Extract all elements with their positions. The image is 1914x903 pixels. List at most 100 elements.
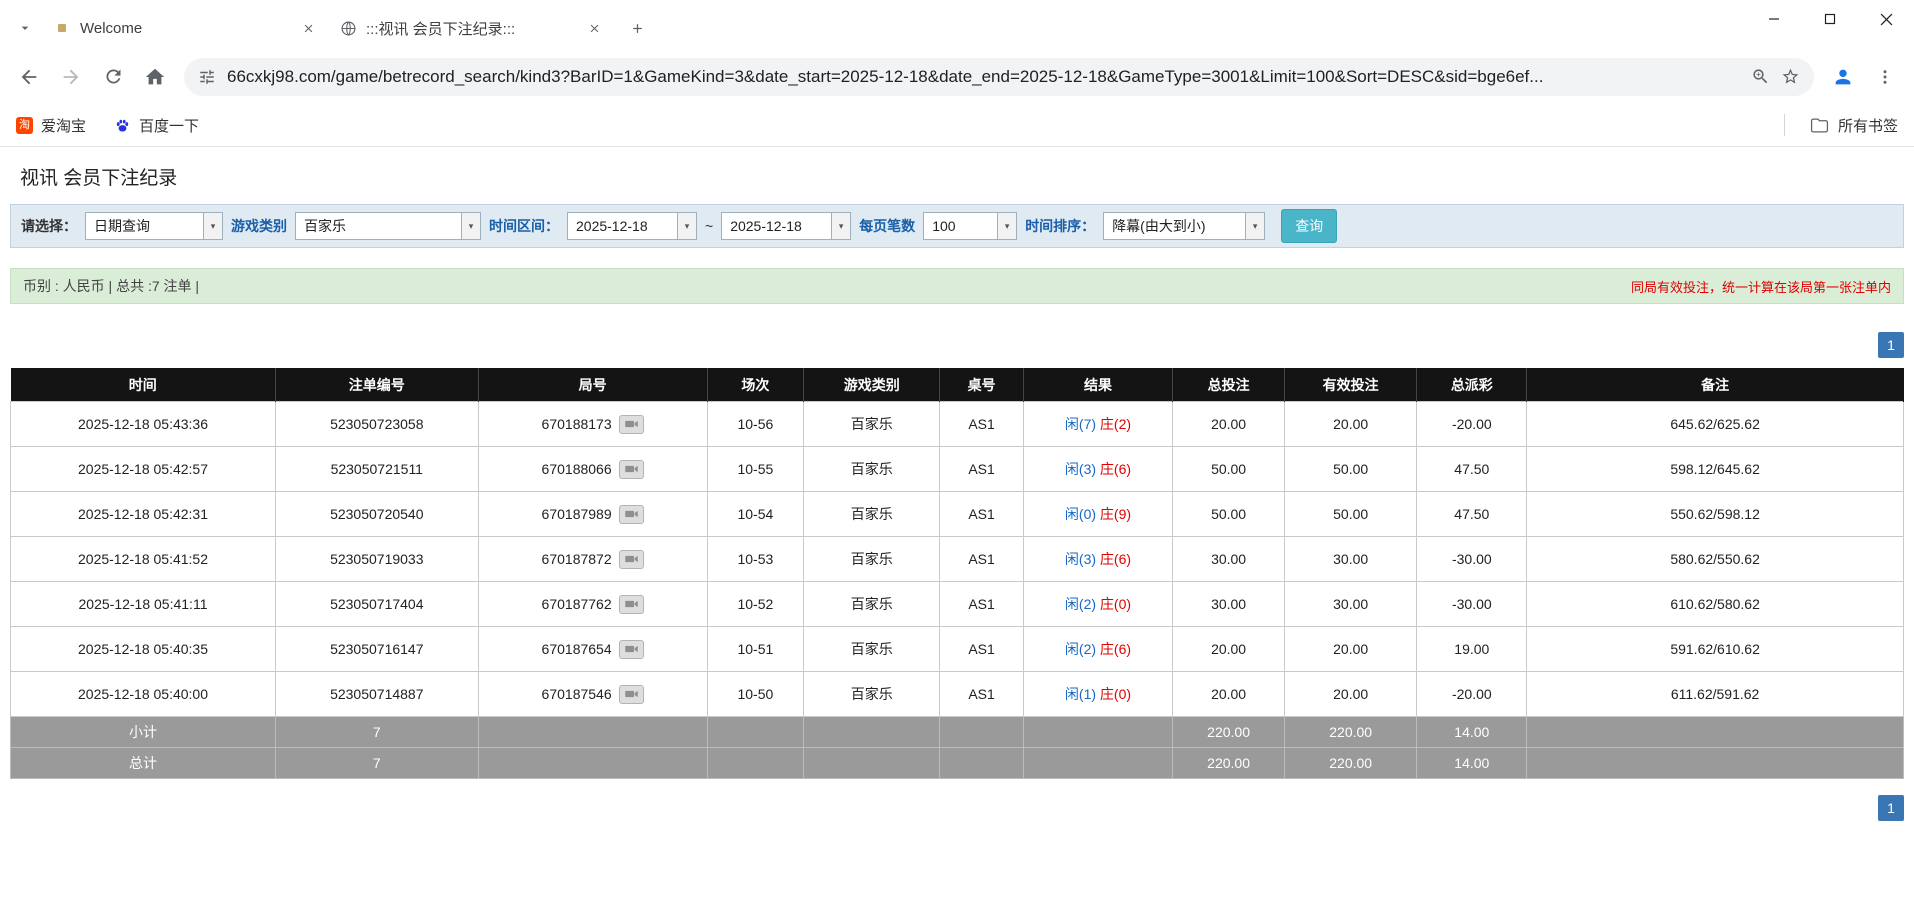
- cell-time: 2025-12-18 05:40:00: [11, 672, 276, 717]
- round-number: 670187762: [542, 596, 612, 612]
- cell-valid-bet: 30.00: [1284, 537, 1417, 582]
- home-icon[interactable]: [136, 58, 174, 96]
- tab-list-chevron-icon[interactable]: [8, 7, 42, 49]
- cell-time: 2025-12-18 05:40:35: [11, 627, 276, 672]
- cell-total-bet[interactable]: 30.00: [1173, 537, 1285, 582]
- cell-round: 670187762: [478, 582, 707, 627]
- cell-total-bet[interactable]: 50.00: [1173, 447, 1285, 492]
- profile-icon[interactable]: [1824, 58, 1862, 96]
- replay-video-icon[interactable]: [619, 505, 644, 524]
- cell-result: 闲(0) 庄(9): [1023, 492, 1173, 537]
- cell-total-bet[interactable]: 20.00: [1173, 672, 1285, 717]
- page-1-button[interactable]: 1: [1878, 795, 1904, 821]
- cell-payout: -30.00: [1417, 582, 1527, 627]
- tab-bet-record[interactable]: :::视讯 会员下注纪录:::: [328, 7, 614, 49]
- chevron-down-icon[interactable]: ▾: [831, 213, 850, 239]
- close-tab-icon[interactable]: [583, 17, 606, 40]
- reload-icon[interactable]: [94, 58, 132, 96]
- tab-title: Welcome: [80, 20, 288, 37]
- bookmark-taobao[interactable]: 淘 爱淘宝: [16, 115, 86, 136]
- round-number: 670188066: [542, 461, 612, 477]
- back-icon[interactable]: [10, 58, 48, 96]
- cell-note: 598.12/645.62: [1527, 447, 1904, 492]
- cell-total-bet[interactable]: 20.00: [1173, 402, 1285, 447]
- game-type-label: 游戏类别: [231, 216, 287, 236]
- table-row: 2025-12-18 05:40:00523050714887 670187546…: [11, 672, 1904, 717]
- result-player: 闲(3): [1065, 551, 1096, 567]
- result-player: 闲(2): [1065, 596, 1096, 612]
- date-end-select[interactable]: 2025-12-18 ▾: [721, 212, 851, 240]
- column-header: 游戏类别: [804, 369, 940, 402]
- cell-result: 闲(7) 庄(2): [1023, 402, 1173, 447]
- cell-valid-bet: 20.00: [1284, 627, 1417, 672]
- column-header: 场次: [707, 369, 804, 402]
- cell-note: 580.62/550.62: [1527, 537, 1904, 582]
- empty-cell: [1527, 717, 1904, 748]
- minimize-icon[interactable]: [1746, 0, 1802, 38]
- maximize-icon[interactable]: [1802, 0, 1858, 38]
- date-start-select[interactable]: 2025-12-18 ▾: [567, 212, 697, 240]
- result-player: 闲(7): [1065, 416, 1096, 432]
- site-info-tune-icon[interactable]: [198, 68, 216, 86]
- cell-table-no: AS1: [940, 402, 1023, 447]
- cell-total-bet[interactable]: 20.00: [1173, 627, 1285, 672]
- cell-total-bet[interactable]: 50.00: [1173, 492, 1285, 537]
- result-banker: 庄(9): [1100, 506, 1131, 522]
- cell-game-type: 百家乐: [804, 627, 940, 672]
- column-header: 有效投注: [1284, 369, 1417, 402]
- globe-icon: [340, 20, 357, 37]
- round-number: 670187546: [542, 686, 612, 702]
- cell-bet-id: 523050723058: [276, 402, 479, 447]
- close-window-icon[interactable]: [1858, 0, 1914, 38]
- cell-table-no: AS1: [940, 492, 1023, 537]
- bookmark-baidu[interactable]: 百度一下: [114, 115, 199, 136]
- chevron-down-icon[interactable]: ▾: [677, 213, 696, 239]
- table-row: 2025-12-18 05:42:31523050720540670187989…: [11, 492, 1904, 537]
- search-button[interactable]: 查询: [1281, 209, 1337, 243]
- empty-cell: [1023, 717, 1173, 748]
- cell-game-type: 百家乐: [804, 537, 940, 582]
- cell-total-bet[interactable]: 30.00: [1173, 582, 1285, 627]
- subtotal-count: 7: [276, 717, 479, 748]
- all-bookmarks[interactable]: 所有书签: [1784, 114, 1898, 136]
- address-bar[interactable]: 66cxkj98.com/game/betrecord_search/kind3…: [184, 58, 1814, 96]
- page-1-button[interactable]: 1: [1878, 332, 1904, 358]
- cell-valid-bet: 30.00: [1284, 582, 1417, 627]
- close-tab-icon[interactable]: [297, 17, 320, 40]
- mode-label: 请选择：: [21, 216, 77, 236]
- table-header-row: 时间注单编号局号场次游戏类别桌号结果总投注有效投注总派彩备注: [11, 369, 1904, 402]
- cell-bet-id: 523050714887: [276, 672, 479, 717]
- mode-select[interactable]: 日期查询 ▾: [85, 212, 223, 240]
- subtotal-row: 小计 7 220.00 220.00 14.00: [11, 717, 1904, 748]
- tab-welcome[interactable]: Welcome: [42, 7, 328, 49]
- replay-video-icon[interactable]: [619, 460, 644, 479]
- per-page-select[interactable]: 100 ▾: [923, 212, 1017, 240]
- replay-video-icon[interactable]: [619, 415, 644, 434]
- chevron-down-icon[interactable]: ▾: [203, 213, 222, 239]
- replay-video-icon[interactable]: [619, 640, 644, 659]
- forward-icon[interactable]: [52, 58, 90, 96]
- url-text[interactable]: 66cxkj98.com/game/betrecord_search/kind3…: [227, 67, 1740, 87]
- new-tab-button[interactable]: [620, 11, 654, 45]
- chevron-down-icon[interactable]: ▾: [997, 213, 1016, 239]
- menu-dots-icon[interactable]: [1866, 58, 1904, 96]
- cell-bet-id: 523050721511: [276, 447, 479, 492]
- cell-valid-bet: 50.00: [1284, 447, 1417, 492]
- replay-video-icon[interactable]: [619, 685, 644, 704]
- date-end-value: 2025-12-18: [722, 213, 831, 239]
- bookmark-star-icon[interactable]: [1781, 67, 1800, 86]
- zoom-icon[interactable]: [1751, 67, 1770, 86]
- result-player: 闲(0): [1065, 506, 1096, 522]
- sort-select[interactable]: 降幕(由大到小) ▾: [1103, 212, 1265, 240]
- total-row: 总计 7 220.00 220.00 14.00: [11, 748, 1904, 779]
- cell-bet-id: 523050717404: [276, 582, 479, 627]
- empty-cell: [707, 748, 804, 779]
- game-type-select[interactable]: 百家乐 ▾: [295, 212, 481, 240]
- cell-payout: -30.00: [1417, 537, 1527, 582]
- chevron-down-icon[interactable]: ▾: [461, 213, 480, 239]
- cell-game-type: 百家乐: [804, 447, 940, 492]
- replay-video-icon[interactable]: [619, 550, 644, 569]
- notice-text: 同局有效投注，统一计算在该局第一张注单内: [1631, 277, 1891, 296]
- replay-video-icon[interactable]: [619, 595, 644, 614]
- chevron-down-icon[interactable]: ▾: [1245, 213, 1264, 239]
